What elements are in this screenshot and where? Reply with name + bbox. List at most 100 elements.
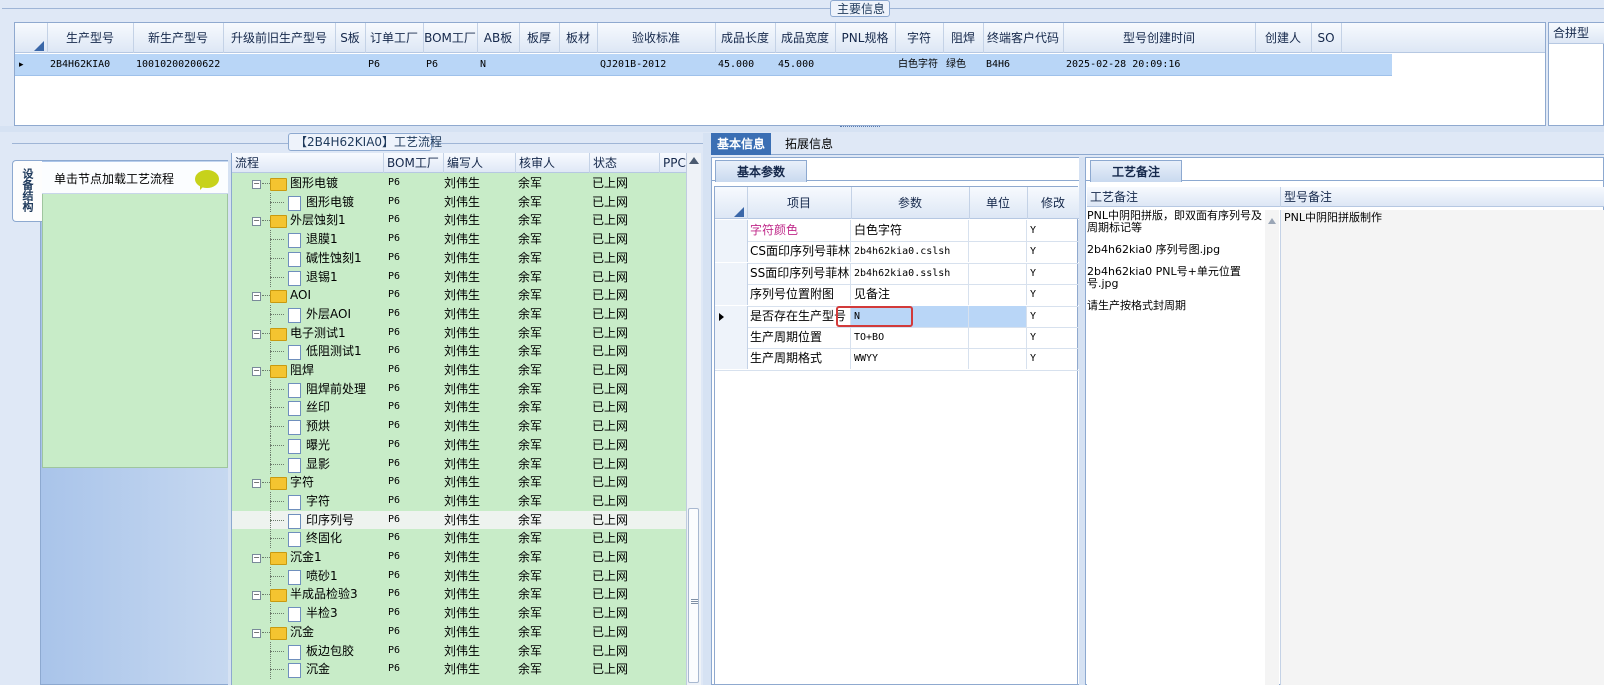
main-cell[interactable]: N [477, 54, 519, 76]
tree-row[interactable]: 图形电镀 P6 刘伟生 余军 已上网 [232, 192, 686, 212]
param-unit[interactable] [969, 305, 1027, 327]
params-row[interactable]: 序列号位置附图 见备注 Y [715, 284, 1079, 307]
tree-scroll-thumb[interactable] [688, 508, 699, 683]
param-modify[interactable]: Y [1027, 348, 1079, 370]
param-value[interactable]: 白色字符 [851, 220, 969, 241]
params-row[interactable]: 生产周期位置 TO+BO Y [715, 327, 1079, 350]
param-modify[interactable]: Y [1027, 305, 1079, 327]
main-col-header[interactable]: 阻焊 [943, 23, 984, 53]
tree-row[interactable]: − AOI P6 刘伟生 余军 已上网 [232, 286, 686, 305]
tree-col-header[interactable]: BOM工厂 [384, 153, 444, 173]
main-col-header[interactable]: AB板 [477, 23, 520, 53]
params-row-header[interactable] [715, 284, 748, 306]
main-col-header[interactable]: BOM工厂 [423, 23, 478, 53]
main-col-header[interactable]: 成品宽度 [775, 23, 836, 53]
main-col-header[interactable]: 创建人 [1255, 23, 1312, 53]
main-cell[interactable]: 45.000 [715, 54, 775, 76]
main-cell[interactable]: QJ201B-2012 [597, 54, 715, 76]
main-cell[interactable]: 45.000 [775, 54, 835, 76]
collapse-toggle-icon[interactable]: − [252, 591, 261, 601]
tree-col-header[interactable]: 流程 [232, 153, 384, 173]
params-row-header[interactable] [715, 348, 748, 370]
param-value[interactable]: TO+BO [851, 327, 969, 348]
model-notes-text[interactable]: PNL中阴阳拼版制作 [1280, 210, 1604, 685]
main-col-header[interactable]: 生产型号 [47, 23, 134, 53]
param-modify[interactable]: Y [1027, 241, 1079, 263]
param-modify[interactable]: Y [1027, 284, 1079, 306]
params-row[interactable]: 字符颜色 白色字符 Y [715, 220, 1079, 243]
main-cell[interactable] [519, 54, 559, 76]
params-col-header[interactable]: 单位 [969, 187, 1028, 219]
tree-col-header[interactable]: 编写人 [444, 153, 516, 173]
process-notes-text[interactable]: PNL中阴阳拼版，即双面有序列号及周期标记等 2b4h62kia0 序列号图.j… [1087, 210, 1267, 685]
main-info-grid[interactable]: 生产型号 新生产型号 升级前旧生产型号 S板 订单工厂 BOM工厂 AB板 板厚 板材 验收标准成… [14, 22, 1546, 126]
params-row[interactable]: SS面印序列号菲林 2b4h62kia0.sslsh Y [715, 262, 1079, 286]
collapse-toggle-icon[interactable]: − [252, 292, 261, 302]
collapse-toggle-icon[interactable]: − [252, 479, 261, 489]
tree-row[interactable]: 碱性蚀刻1 P6 刘伟生 余军 已上网 [232, 248, 686, 268]
tree-row[interactable]: 显影 P6 刘伟生 余军 已上网 [232, 454, 686, 474]
tree-row[interactable]: − 半成品检验3 P6 刘伟生 余军 已上网 [232, 585, 686, 604]
tree-col-header[interactable]: 状态 [590, 153, 660, 173]
param-unit[interactable] [969, 262, 1027, 284]
param-unit[interactable] [969, 220, 1027, 241]
main-cell[interactable]: 2025-02-28 20:09:16 [1063, 54, 1255, 76]
param-unit[interactable] [969, 348, 1027, 370]
collapse-toggle-icon[interactable]: − [252, 367, 261, 376]
tree-row[interactable]: 字符 P6 刘伟生 余军 已上网 [232, 491, 686, 511]
tree-row[interactable]: 喷砂1 P6 刘伟生 余军 已上网 [232, 566, 686, 586]
params-row-header[interactable] [715, 262, 748, 284]
main-cell[interactable]: B4H6 [983, 54, 1063, 76]
main-cell[interactable]: 2B4H62KIA0 [47, 54, 133, 76]
params-row-header[interactable] [715, 305, 748, 327]
tree-row[interactable]: 退锡1 P6 刘伟生 余军 已上网 [232, 267, 686, 287]
main-grid-row[interactable]: ▸ 2B4H62KIA0 10010200200622 P6 P6 N QJ201B-201… [15, 54, 1392, 76]
collapse-toggle-icon[interactable]: − [252, 329, 261, 339]
scroll-up-icon[interactable] [689, 157, 699, 164]
main-cell[interactable] [1311, 54, 1341, 76]
process-tree-grid[interactable]: 流程 BOM工厂 编写人 核审人 状态 PPC − 图形电镀 P6 刘伟生 余军 已上网 图形电镀 P6… [231, 153, 686, 685]
tree-row[interactable]: − 沉金1 P6 刘伟生 余军 已上网 [232, 548, 686, 567]
tab-basic-info[interactable]: 基本信息 [711, 133, 772, 155]
notes-scroll-up-icon[interactable] [1268, 218, 1276, 224]
tab-process-notes[interactable]: 工艺备注 [1090, 160, 1182, 182]
tree-row[interactable]: 低阻测试1 P6 刘伟生 余军 已上网 [232, 342, 686, 362]
main-cell[interactable]: 绿色 [943, 54, 983, 76]
tree-col-header[interactable]: PPC [660, 153, 686, 173]
param-modify[interactable]: Y [1027, 262, 1079, 284]
tab-basic-params[interactable]: 基本参数 [715, 160, 807, 182]
vertical-splitter[interactable] [703, 133, 711, 685]
param-value[interactable]: WWYY [851, 348, 969, 370]
param-value[interactable]: 2b4h62kia0.sslsh [851, 262, 969, 284]
tree-row[interactable]: − 字符 P6 刘伟生 余军 已上网 [232, 473, 686, 492]
collapse-toggle-icon[interactable]: − [252, 180, 261, 189]
tree-row[interactable]: 半检3 P6 刘伟生 余军 已上网 [232, 604, 686, 624]
tree-row[interactable]: − 外层蚀刻1 P6 刘伟生 余军 已上网 [232, 211, 686, 230]
tree-row[interactable]: 板边包胶 P6 刘伟生 余军 已上网 [232, 641, 686, 661]
tree-row[interactable]: 印序列号 P6 刘伟生 余军 已上网 [232, 510, 686, 530]
tree-row[interactable]: 预烘 P6 刘伟生 余军 已上网 [232, 417, 686, 437]
main-col-header[interactable]: 板材 [559, 23, 598, 53]
collapse-toggle-icon[interactable]: − [252, 217, 261, 227]
main-col-header[interactable]: 字符 [895, 23, 944, 53]
main-col-header[interactable]: 板厚 [519, 23, 560, 53]
tree-row[interactable]: − 阻焊 P6 刘伟生 余军 已上网 [232, 361, 686, 380]
tree-row[interactable]: 阻焊前处理 P6 刘伟生 余军 已上网 [232, 379, 686, 399]
collapse-toggle-icon[interactable]: − [252, 554, 261, 563]
params-row[interactable]: 生产周期格式 WWYY Y [715, 348, 1079, 371]
collapse-toggle-icon[interactable]: − [252, 628, 261, 638]
main-cell[interactable] [559, 54, 597, 76]
params-grid[interactable]: 项目 参数 单位 修改 字符颜色 白色字符 Y CS面印序列号菲林 2b4h62kia0.cs… [714, 186, 1080, 685]
param-unit[interactable] [969, 284, 1027, 306]
notes-scrollbar[interactable] [1265, 210, 1279, 685]
main-cell[interactable]: P6 [365, 54, 423, 76]
params-row-header[interactable] [715, 327, 748, 348]
main-cell[interactable]: 10010200200622 [133, 54, 223, 76]
main-col-header[interactable]: 成品长度 [715, 23, 776, 53]
main-col-header[interactable]: SO [1311, 23, 1342, 53]
main-cell[interactable] [223, 54, 335, 76]
main-cell[interactable] [335, 54, 365, 76]
tree-row[interactable]: 外层AOI P6 刘伟生 余军 已上网 [232, 304, 686, 324]
tree-row[interactable]: 沉金 P6 刘伟生 余军 已上网 [232, 660, 686, 680]
tree-col-header[interactable]: 核审人 [516, 153, 590, 173]
